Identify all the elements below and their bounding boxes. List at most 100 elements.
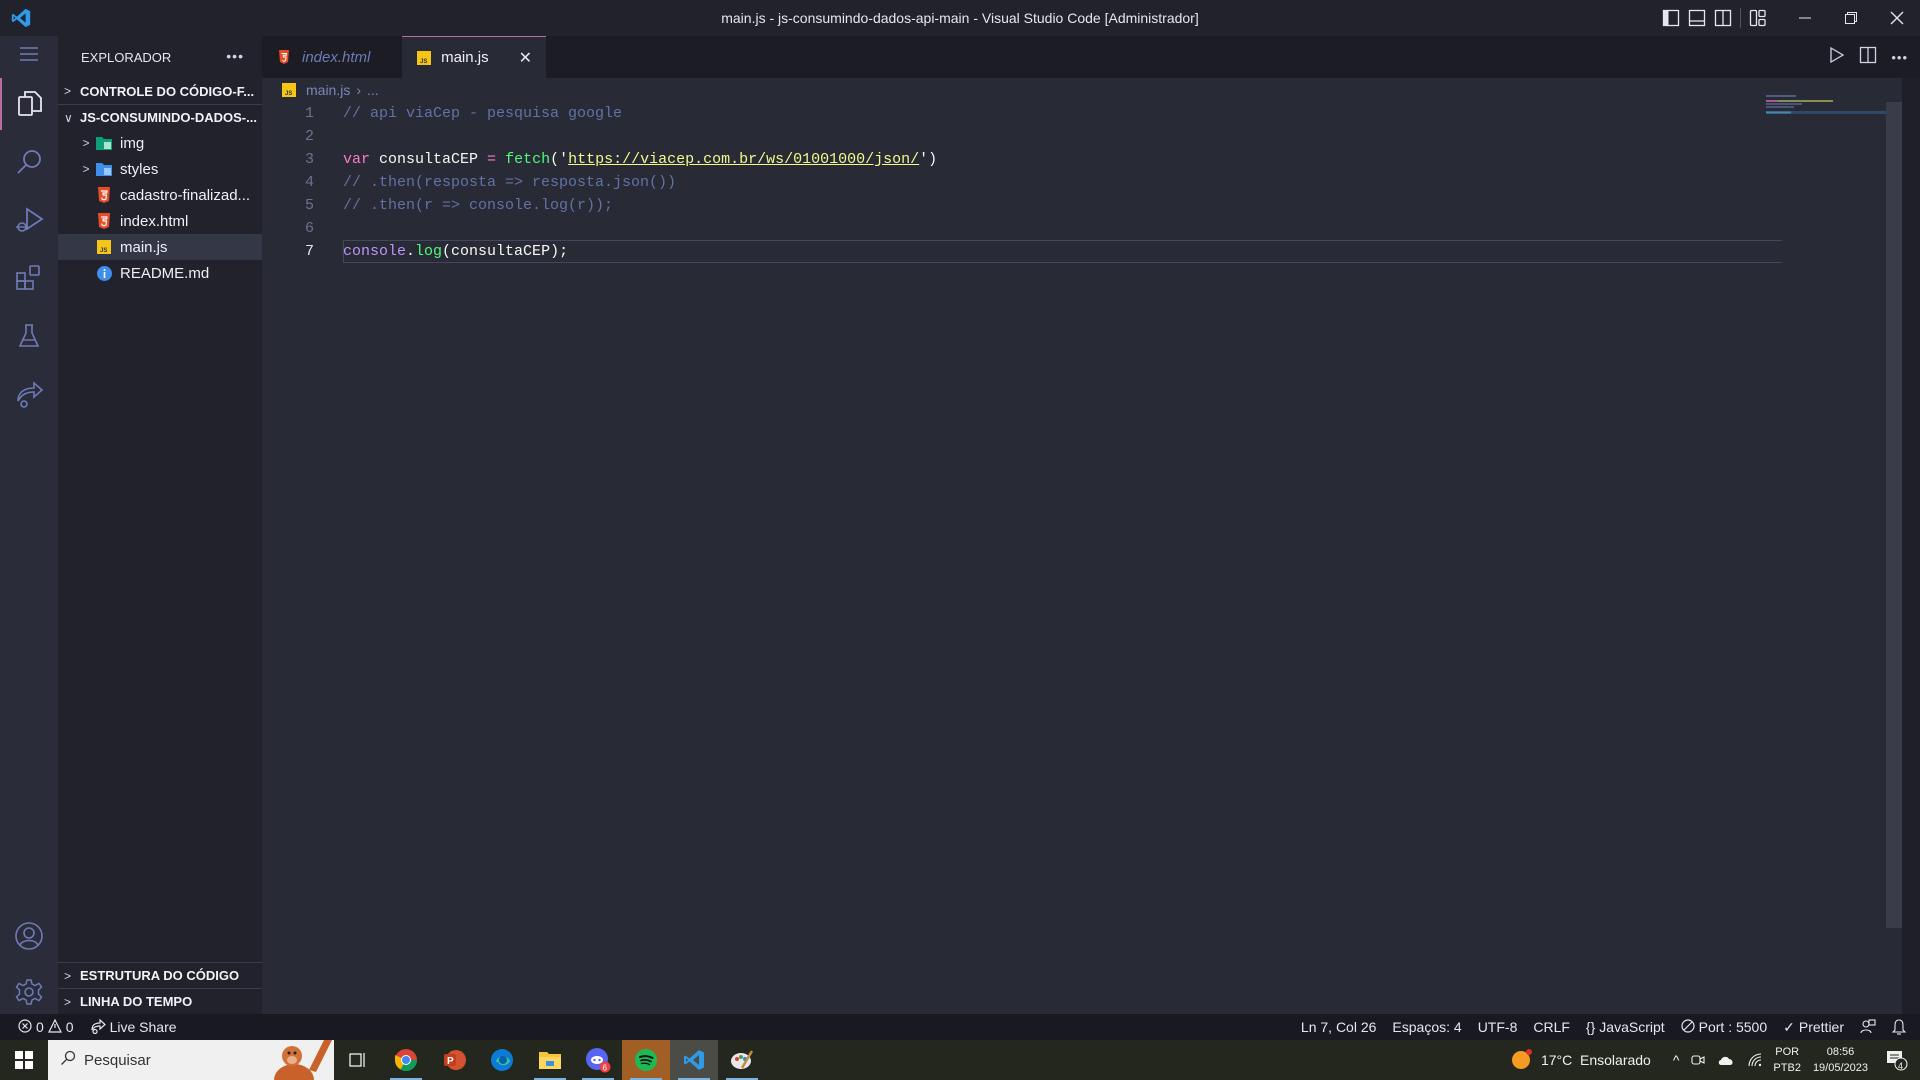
section-project[interactable]: ∨ JS-CONSUMINDO-DADOS-...	[58, 104, 262, 130]
settings-gear-icon[interactable]	[0, 966, 58, 1018]
vertical-scrollbar[interactable]	[1886, 102, 1902, 928]
live-share-button[interactable]: Live Share	[82, 1018, 185, 1037]
svg-text:JS: JS	[420, 59, 427, 65]
tree-item-index-html[interactable]: index.html	[58, 208, 262, 234]
notifications-bell-icon[interactable]	[1884, 1019, 1914, 1035]
tree-item-main-js[interactable]: JS main.js	[58, 234, 262, 260]
taskbar-edge-icon[interactable]	[478, 1040, 526, 1080]
code-editor[interactable]: JS main.js › ... 1 // api viaCep - pesqu…	[262, 78, 1902, 1014]
weather-widget[interactable]: 17°C Ensolarado	[1505, 1048, 1657, 1073]
code-text: // .then(resposta => resposta.json())	[343, 174, 677, 191]
language-code: POR	[1775, 1046, 1800, 1058]
code-line: 4 // .then(resposta => resposta.json())	[262, 171, 1782, 194]
show-hidden-icons-button[interactable]: ^	[1667, 1052, 1686, 1068]
weather-text: 17°C Ensolarado	[1540, 1052, 1651, 1068]
js-file-icon: JS	[96, 239, 112, 255]
end-of-line[interactable]: CRLF	[1525, 1019, 1578, 1035]
section-source-control[interactable]: > CONTROLE DO CÓDIGO-F...	[58, 78, 262, 104]
tree-item-img[interactable]: > img	[58, 130, 262, 156]
onedrive-icon[interactable]	[1711, 1054, 1741, 1066]
vscode-logo-icon	[11, 8, 31, 28]
window-title: main.js - js-consumindo-dados-api-main -…	[721, 10, 1199, 26]
line-number: 1	[304, 105, 314, 122]
tab-main-js[interactable]: JS main.js ✕	[402, 36, 546, 78]
wifi-icon[interactable]	[1741, 1052, 1769, 1068]
accounts-icon[interactable]	[0, 910, 58, 962]
problems-indicator[interactable]: 0 0	[0, 1018, 82, 1036]
taskbar-vscode-icon[interactable]	[670, 1040, 718, 1080]
taskbar-search-box[interactable]: Pesquisar	[48, 1040, 334, 1080]
run-file-icon[interactable]	[1829, 46, 1845, 69]
explorer-more-actions-icon[interactable]: •••	[226, 48, 244, 64]
taskbar-file-explorer-icon[interactable]	[526, 1040, 574, 1080]
explorer-icon[interactable]	[0, 78, 58, 130]
search-highlight-orangutan-icon	[274, 1040, 332, 1080]
line-number: 5	[304, 197, 314, 214]
taskbar-spotify-icon[interactable]	[622, 1040, 670, 1080]
code-text: var consultaCEP = fetch('https://viacep.…	[343, 151, 937, 168]
close-tab-icon[interactable]: ✕	[519, 48, 532, 68]
task-view-icon[interactable]	[334, 1040, 382, 1080]
extensions-icon[interactable]	[0, 252, 58, 304]
search-icon	[60, 1050, 76, 1070]
clock[interactable]: 08:56 19/05/2023	[1805, 1044, 1876, 1076]
section-timeline[interactable]: > LINHA DO TEMPO	[58, 988, 262, 1014]
meet-now-icon[interactable]	[1685, 1052, 1711, 1068]
restore-button[interactable]	[1828, 0, 1874, 36]
minimize-button[interactable]	[1782, 0, 1828, 36]
taskbar-discord-icon[interactable]: 6	[574, 1040, 622, 1080]
toggle-secondary-sidebar-icon[interactable]	[1711, 6, 1735, 30]
language-mode[interactable]: {} JavaScript	[1578, 1019, 1673, 1035]
close-window-button[interactable]	[1874, 0, 1920, 36]
url-string-link[interactable]: https://viacep.com.br/ws/01001000/json/	[568, 151, 919, 168]
clock-date: 19/05/2023	[1812, 1062, 1868, 1074]
line-number: 4	[304, 174, 314, 191]
editor-more-actions-icon[interactable]: •••	[1891, 50, 1908, 65]
input-language-indicator[interactable]: POR PTB2	[1769, 1044, 1805, 1076]
windows-start-button[interactable]	[0, 1040, 48, 1080]
live-share-icon[interactable]	[0, 368, 58, 420]
toggle-panel-icon[interactable]	[1685, 6, 1709, 30]
tree-item-readme[interactable]: README.md	[58, 260, 262, 286]
keyword-token: var	[343, 151, 371, 168]
feedback-icon[interactable]	[1852, 1019, 1884, 1035]
html-file-icon	[96, 187, 112, 203]
tree-item-cadastro-finalizado[interactable]: cadastro-finalizad...	[58, 182, 262, 208]
tab-index-html[interactable]: index.html	[262, 36, 402, 78]
customize-layout-icon[interactable]	[1746, 6, 1770, 30]
indentation[interactable]: Espaços: 4	[1384, 1019, 1469, 1035]
notification-count-badge: 4	[1898, 1061, 1904, 1071]
breadcrumb-separator-icon: ›	[356, 82, 362, 98]
run-debug-icon[interactable]	[0, 194, 58, 246]
line-number: 6	[304, 220, 314, 237]
object-token: console	[343, 243, 407, 260]
breadcrumb-file[interactable]: main.js	[306, 82, 350, 98]
tree-item-styles[interactable]: > styles	[58, 156, 262, 182]
taskbar-paint-icon[interactable]	[718, 1040, 766, 1080]
live-server-port[interactable]: Port : 5500	[1673, 1018, 1776, 1036]
breadcrumb-rest[interactable]: ...	[367, 82, 379, 98]
minimap[interactable]	[1766, 92, 1886, 132]
activity-bar	[0, 36, 58, 1014]
toggle-primary-sidebar-icon[interactable]	[1659, 6, 1683, 30]
taskbar-chrome-icon[interactable]	[382, 1040, 430, 1080]
section-outline[interactable]: > ESTRUTURA DO CÓDIGO	[58, 962, 262, 988]
tab-label: main.js	[441, 49, 489, 66]
testing-icon[interactable]	[0, 310, 58, 362]
action-center-button[interactable]: 4	[1876, 1049, 1920, 1071]
search-icon[interactable]	[0, 136, 58, 188]
line-number: 7	[304, 243, 314, 260]
info-file-icon	[96, 265, 112, 281]
taskbar-powerpoint-icon[interactable]: P	[430, 1040, 478, 1080]
menu-icon[interactable]	[0, 36, 58, 72]
editor-tabs: index.html JS main.js ✕ •••	[262, 36, 1920, 78]
live-share-icon	[90, 1018, 106, 1037]
chevron-right-icon: >	[64, 84, 72, 98]
folder-img-icon	[96, 135, 112, 151]
operator-token: =	[487, 151, 497, 168]
cursor-position[interactable]: Ln 7, Col 26	[1293, 1019, 1385, 1035]
prettier-status[interactable]: ✓ Prettier	[1775, 1019, 1852, 1036]
encoding[interactable]: UTF-8	[1470, 1019, 1526, 1035]
section-label: CONTROLE DO CÓDIGO-F...	[80, 83, 255, 99]
split-editor-icon[interactable]	[1859, 46, 1877, 69]
